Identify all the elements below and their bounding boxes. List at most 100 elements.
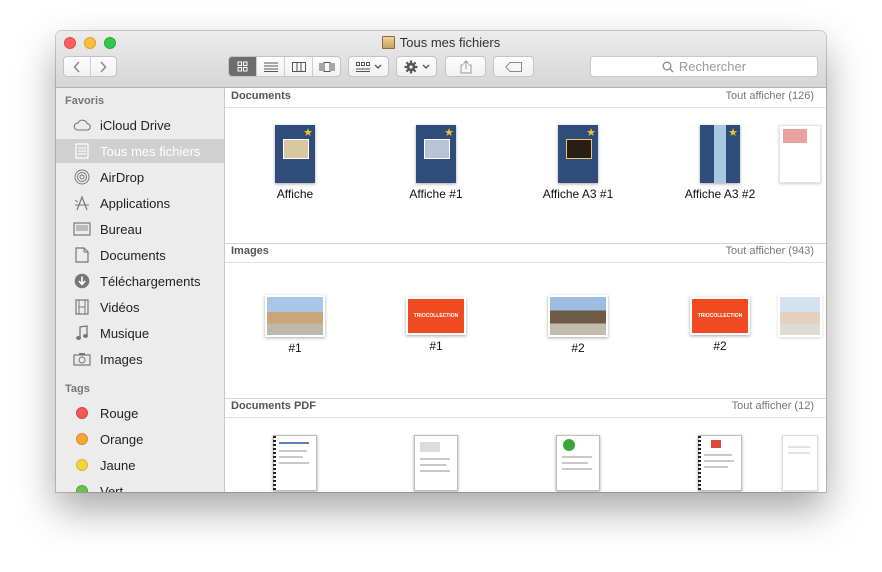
sidebar-item-icloud-drive[interactable]: iCloud Drive xyxy=(56,113,224,137)
document-stack-icon xyxy=(779,125,821,183)
sidebar: Favoris iCloud Drive Tous mes fichiers A… xyxy=(56,88,225,492)
file-name: Affiche xyxy=(276,187,314,201)
tag-button[interactable] xyxy=(493,56,534,77)
applications-icon xyxy=(72,194,92,212)
sidebar-item-label: Applications xyxy=(100,195,171,211)
title-bar: Tous mes fichiers Rechercher xyxy=(56,31,826,88)
coverflow-view-button[interactable] xyxy=(312,57,340,76)
favorites-header: Favoris xyxy=(65,95,105,107)
sidebar-item-label: Téléchargements xyxy=(100,273,201,289)
sidebar-item-musique[interactable]: Musique xyxy=(56,321,224,345)
view-mode-control xyxy=(228,56,341,77)
red-tag-icon xyxy=(76,407,88,419)
search-placeholder: Rechercher xyxy=(678,59,747,74)
tag-dot-container xyxy=(72,430,92,448)
pdf-item[interactable] xyxy=(660,435,780,492)
banner-text: TRIOCOLLECTION xyxy=(697,313,743,319)
file-name: Affiche #1 xyxy=(409,187,463,201)
sidebar-item-label: iCloud Drive xyxy=(100,117,171,133)
sidebar-item-label: Rouge xyxy=(100,405,139,421)
file-item[interactable]: ★ Affiche A3 #1 xyxy=(518,125,638,201)
column-view-button[interactable] xyxy=(284,57,312,76)
stacked-more-thumbnail[interactable] xyxy=(774,295,826,337)
sidebar-item-label: Orange xyxy=(100,431,144,447)
gear-icon xyxy=(404,60,417,73)
icon-view-button[interactable] xyxy=(229,57,256,76)
nav-buttons xyxy=(63,56,117,77)
content-area: Documents Tout afficher (126) ★ Affiche … xyxy=(225,88,826,492)
action-button[interactable] xyxy=(396,56,437,77)
sidebar-item-images[interactable]: Images xyxy=(56,347,224,371)
sidebar-item-label: Tous mes fichiers xyxy=(100,143,201,159)
image-item[interactable]: #1 xyxy=(235,295,355,355)
file-item[interactable]: ★ Affiche xyxy=(235,125,355,201)
tag-icon xyxy=(504,61,522,72)
section-title: Images xyxy=(231,245,269,257)
sidebar-tag-orange[interactable]: Orange xyxy=(56,427,224,451)
pdf-thumbnail xyxy=(273,435,317,492)
sidebar-item-applications[interactable]: Applications xyxy=(56,191,224,215)
sidebar-item-bureau[interactable]: Bureau xyxy=(56,217,224,241)
section-header: Images Tout afficher (943) xyxy=(225,243,826,263)
image-item[interactable]: TRIOCOLLECTION #1 xyxy=(376,297,496,353)
sidebar-item-label: Musique xyxy=(100,325,150,341)
pdf-item[interactable] xyxy=(518,435,638,491)
sidebar-item-label: AirDrop xyxy=(100,169,145,185)
chevron-left-icon xyxy=(73,60,80,73)
share-button[interactable] xyxy=(445,56,486,77)
poster-thumbnail: ★ xyxy=(558,125,598,183)
list-view-icon xyxy=(263,62,278,72)
image-item[interactable]: TRIOCOLLECTION #2 xyxy=(660,297,780,353)
tags-header: Tags xyxy=(65,383,90,395)
sidebar-item-videos[interactable]: Vidéos xyxy=(56,295,224,319)
sidebar-tag-vert[interactable]: Vert xyxy=(56,479,224,492)
sidebar-item-label: Images xyxy=(100,351,143,367)
pdf-stack-icon xyxy=(782,435,818,491)
back-button[interactable] xyxy=(64,57,90,76)
finder-window: Tous mes fichiers Rechercher Favoris iCl… xyxy=(56,31,826,492)
stacked-more-thumbnail[interactable] xyxy=(774,435,826,491)
poster-thumbnail: ★ xyxy=(700,125,740,183)
pdf-thumbnail xyxy=(556,435,600,491)
tag-dot-container xyxy=(72,404,92,422)
search-field[interactable]: Rechercher xyxy=(590,56,818,77)
file-item[interactable]: ★ Affiche #1 xyxy=(376,125,496,201)
file-name: Affiche A3 #2 xyxy=(684,187,756,201)
sidebar-tag-rouge[interactable]: Rouge xyxy=(56,401,224,425)
poster-thumbnail: ★ xyxy=(416,125,456,183)
sidebar-item-documents[interactable]: Documents xyxy=(56,243,224,267)
show-all-link[interactable]: Tout afficher (943) xyxy=(726,245,814,257)
window-title-text: Tous mes fichiers xyxy=(399,35,501,50)
arrange-button[interactable] xyxy=(348,56,389,77)
pdf-item[interactable] xyxy=(376,435,496,491)
camera-icon xyxy=(72,350,92,368)
sidebar-item-airdrop[interactable]: AirDrop xyxy=(56,165,224,189)
sidebar-item-telechargements[interactable]: Téléchargements xyxy=(56,269,224,293)
file-name: #1 xyxy=(429,339,443,353)
show-all-link[interactable]: Tout afficher (126) xyxy=(726,90,814,102)
tag-dot-container xyxy=(72,456,92,474)
section-images: Images Tout afficher (943) #1 TRIOCOLLEC… xyxy=(225,243,826,399)
image-item[interactable]: #2 xyxy=(518,295,638,355)
show-all-link[interactable]: Tout afficher (12) xyxy=(732,400,814,412)
stacked-more-thumbnail[interactable] xyxy=(774,125,826,183)
forward-button[interactable] xyxy=(89,57,117,76)
sidebar-tag-jaune[interactable]: Jaune xyxy=(56,453,224,477)
banner-text: TRIOCOLLECTION xyxy=(413,313,459,319)
file-name: #2 xyxy=(713,339,727,353)
list-view-button[interactable] xyxy=(256,57,284,76)
all-files-icon xyxy=(381,36,395,49)
pdf-item[interactable] xyxy=(235,435,355,492)
download-icon xyxy=(72,272,92,290)
green-tag-icon xyxy=(76,485,88,492)
all-files-icon xyxy=(72,142,92,160)
section-header: Documents PDF Tout afficher (12) xyxy=(225,398,826,418)
share-icon xyxy=(460,59,471,73)
section-documents-pdf: Documents PDF Tout afficher (12) xyxy=(225,398,826,492)
file-name: Affiche A3 #1 xyxy=(542,187,614,201)
sidebar-item-label: Bureau xyxy=(100,221,142,237)
file-item[interactable]: ★ Affiche A3 #2 xyxy=(660,125,780,201)
section-title: Documents xyxy=(231,90,291,102)
sidebar-item-tous-mes-fichiers[interactable]: Tous mes fichiers xyxy=(56,139,224,163)
photo-thumbnail xyxy=(548,295,608,337)
